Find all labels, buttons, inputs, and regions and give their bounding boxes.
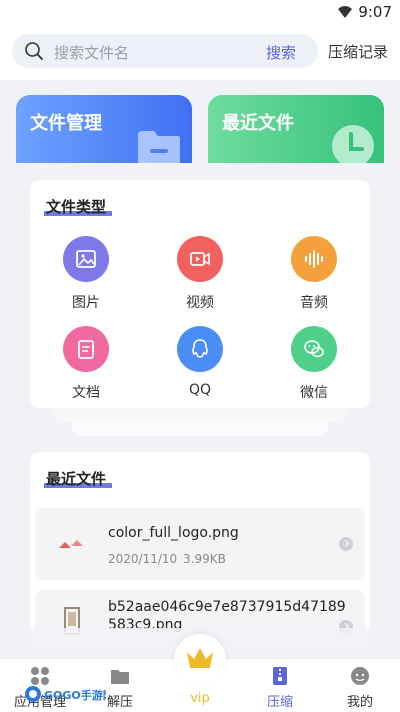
file-thumbnail-icon: [59, 540, 83, 548]
nav-compress[interactable]: 压缩: [240, 659, 320, 712]
vip-button[interactable]: [174, 634, 226, 686]
document-icon: [63, 326, 109, 372]
folder-illustration-icon: [138, 131, 180, 163]
status-bar: 9:07: [0, 0, 400, 26]
nav-profile[interactable]: 我的: [320, 659, 400, 712]
clock-illustration-icon: [332, 125, 374, 163]
type-image[interactable]: 图片: [36, 236, 136, 316]
file-date: 2020/11/10: [108, 552, 178, 566]
folder-icon: [111, 670, 129, 684]
video-icon: [177, 236, 223, 282]
file-size: 3.99KB: [183, 552, 226, 566]
audio-icon: [291, 236, 337, 282]
type-wechat[interactable]: 微信: [264, 326, 364, 406]
image-icon: [63, 236, 109, 282]
recent-files-card-label: 最近文件: [222, 113, 294, 134]
search-input[interactable]: 搜索文件名: [54, 42, 129, 63]
wechat-icon: [291, 326, 337, 372]
profile-icon: [351, 667, 369, 685]
file-name: color_full_logo.png: [108, 525, 239, 541]
search-button[interactable]: 搜索: [266, 42, 296, 63]
search-box[interactable]: 搜索文件名 搜索: [12, 34, 318, 68]
file-types-title: 文件类型: [44, 196, 112, 217]
chevron-right-icon: [339, 537, 353, 551]
watermark-logo: GOGO手游网: [25, 686, 106, 702]
type-qq[interactable]: QQ: [150, 326, 250, 406]
compress-records-link[interactable]: 压缩记录: [328, 41, 388, 62]
qq-icon: [177, 326, 223, 372]
top-bar: 搜索文件名 搜索 压缩记录: [0, 26, 400, 80]
recent-files-title: 最近文件: [44, 468, 112, 489]
wifi-icon: [338, 6, 352, 18]
recent-files-panel: 最近文件 color_full_logo.png 2020/11/10 3.99…: [30, 452, 370, 652]
search-icon: [25, 42, 43, 60]
svg-text:GOGO手游网: GOGO手游网: [44, 688, 106, 702]
crown-icon: [187, 648, 213, 668]
recent-file-item[interactable]: color_full_logo.png 2020/11/10 3.99KB: [35, 508, 365, 580]
type-video[interactable]: 视频: [150, 236, 250, 316]
type-document[interactable]: 文档: [36, 326, 136, 406]
recent-files-card[interactable]: 最近文件: [208, 95, 384, 163]
file-manager-card[interactable]: 文件管理: [16, 95, 192, 163]
status-time: 9:07: [358, 3, 392, 21]
type-audio[interactable]: 音频: [264, 236, 364, 316]
apps-icon: [31, 667, 49, 685]
file-types-panel: 文件类型 图片 视频 音频 文档 QQ 微信: [30, 180, 370, 408]
file-manager-label: 文件管理: [30, 113, 102, 134]
zip-icon: [273, 667, 287, 685]
